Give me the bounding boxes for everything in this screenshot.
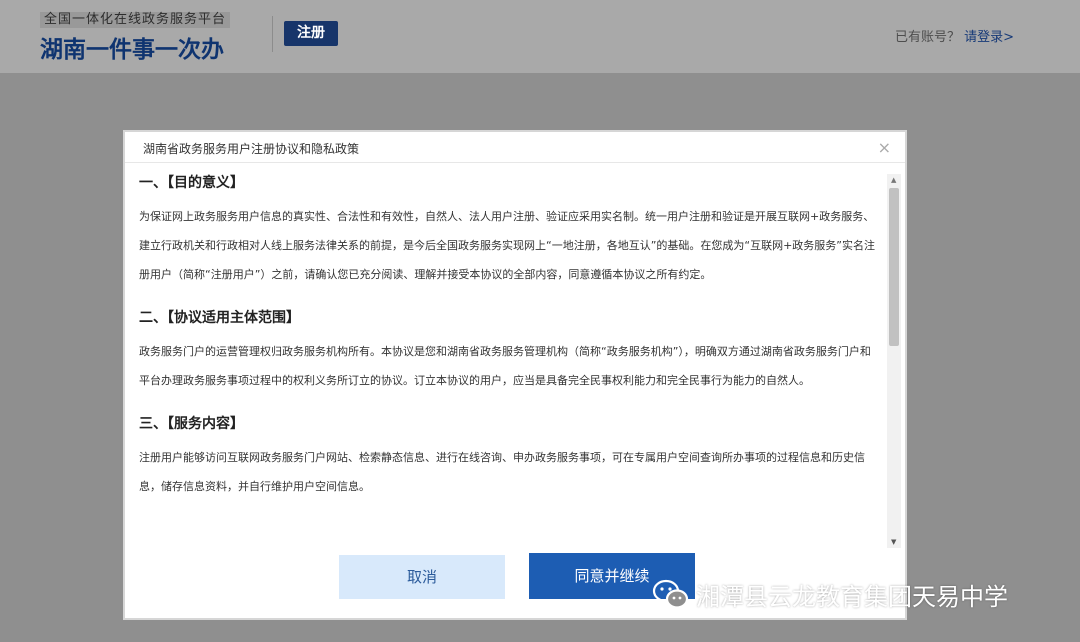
register-badge: 注册 xyxy=(284,21,338,46)
top-header: 全国一体化在线政务服务平台 湖南一件事一次办 注册 已有账号？ 请登录> xyxy=(0,0,1080,73)
brand-subtitle: 全国一体化在线政务服务平台 xyxy=(40,12,231,28)
section-heading: 二、【协议适用主体范围】 xyxy=(139,310,300,326)
section-heading: 一、【目的意义】 xyxy=(139,175,244,191)
watermark-text: 湘潭县云龙教育集团天易中学 xyxy=(696,582,1008,611)
section-body: 为保证网上政务服务用户信息的真实性、合法性和有效性，自然人、法人用户注册、验证应… xyxy=(139,210,876,281)
section-heading: 三、【服务内容】 xyxy=(139,416,244,432)
section-body: 注册用户能够访问互联网政务服务门户网站、检索静态信息、进行在线咨询、申办政务服务… xyxy=(139,451,865,493)
agreement-section: 三、【服务内容】 注册用户能够访问互联网政务服务门户网站、检索静态信息、进行在线… xyxy=(139,413,877,501)
dialog-header: 湖南省政务服务用户注册协议和隐私政策 × xyxy=(125,132,905,163)
account-hint-text: 已有账号？ xyxy=(894,30,960,45)
dialog-title: 湖南省政务服务用户注册协议和隐私政策 xyxy=(143,142,360,156)
header-divider xyxy=(272,16,273,52)
close-icon[interactable]: × xyxy=(878,138,891,157)
account-hint: 已有账号？ 请登录> xyxy=(895,26,1014,45)
watermark: 湘潭县云龙教育集团天易中学 xyxy=(652,576,1008,612)
scroll-up-icon[interactable]: ▲ xyxy=(891,176,896,184)
content-scrollbar[interactable]: ▲ ▼ xyxy=(887,174,901,548)
scrollbar-thumb[interactable] xyxy=(889,188,899,346)
agreement-section: 二、【协议适用主体范围】 政务服务门户的运营管理权归政务服务机构所有。本协议是您… xyxy=(139,307,877,395)
brand-title[interactable]: 湖南一件事一次办 xyxy=(40,30,224,64)
wechat-icon xyxy=(652,577,690,611)
section-body: 政务服务门户的运营管理权归政务服务机构所有。本协议是您和湖南省政务服务管理机构（… xyxy=(139,345,871,387)
agreement-dialog: 湖南省政务服务用户注册协议和隐私政策 × 一、【目的意义】 为保证网上政务服务用… xyxy=(123,130,907,620)
login-link[interactable]: 请登录> xyxy=(964,30,1014,45)
scroll-down-icon[interactable]: ▼ xyxy=(891,538,896,546)
agreement-section: 一、【目的意义】 为保证网上政务服务用户信息的真实性、合法性和有效性，自然人、法… xyxy=(139,172,877,289)
agreement-content[interactable]: 一、【目的意义】 为保证网上政务服务用户信息的真实性、合法性和有效性，自然人、法… xyxy=(139,172,877,544)
cancel-button[interactable]: 取消 xyxy=(339,555,505,599)
